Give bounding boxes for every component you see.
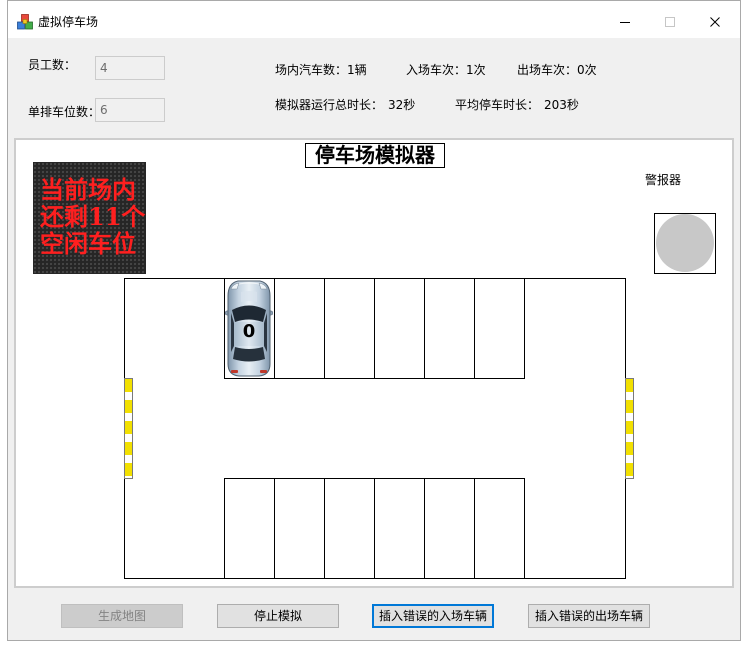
parking-space-outline <box>474 478 525 579</box>
car-number-label: 0 <box>243 321 256 342</box>
entries-value: 1次 <box>466 63 486 77</box>
parking-space-bottom-6 <box>474 478 525 579</box>
minimize-button[interactable] <box>600 1 646 31</box>
maximize-button[interactable] <box>646 1 692 31</box>
cars-in-lot-stat: 场内汽车数：1辆 <box>275 63 367 77</box>
entries-stat: 入场车次：1次 <box>406 63 486 77</box>
parking-space-top-2 <box>274 278 325 379</box>
employees-value: 4 <box>100 61 108 75</box>
row-spaces-label: 单排车位数： <box>28 105 101 119</box>
parking-lot-map: 0 <box>124 278 626 579</box>
led-line-3: 空闲车位 <box>40 229 136 258</box>
parking-space-outline <box>374 278 425 379</box>
app-window: 虚拟停车场 员工数： 4 单排车位数： 6 场内汽车数：1辆 入场车次：1次 出… <box>0 0 748 648</box>
insert-wrong-entry-car-button[interactable]: 插入错误的入场车辆 <box>372 604 494 628</box>
led-free-spaces-display: 当前场内 还剩11个 空闲车位 <box>33 162 146 274</box>
parking-space-outline <box>324 478 375 579</box>
parking-space-top-4 <box>374 278 425 379</box>
parking-space-outline <box>424 278 475 379</box>
parking-space-outline <box>424 478 475 579</box>
parking-space-outline <box>374 478 425 579</box>
cars-in-lot-label: 场内汽车数： <box>275 63 348 77</box>
avg-parking-label: 平均停车时长： <box>455 98 540 112</box>
exits-stat: 出场车次：0次 <box>517 63 597 77</box>
insert-wrong-exit-car-button[interactable]: 插入错误的出场车辆 <box>528 604 650 628</box>
runtime-label: 模拟器运行总时长： <box>275 98 384 112</box>
close-button[interactable] <box>692 1 738 31</box>
parking-space-top-5 <box>424 278 475 379</box>
left-gate <box>124 378 133 479</box>
alarm-indicator <box>654 213 716 274</box>
close-icon <box>710 17 720 27</box>
alarm-light-icon <box>656 214 714 272</box>
parking-space-bottom-4 <box>374 478 425 579</box>
parking-space-bottom-1 <box>224 478 275 579</box>
parking-space-bottom-2 <box>274 478 325 579</box>
entries-label: 入场车次： <box>406 63 467 77</box>
employees-label: 员工数： <box>28 58 77 72</box>
runtime-stat: 模拟器运行总时长： 32秒 <box>275 98 415 112</box>
parking-space-outline <box>274 278 325 379</box>
employees-input[interactable]: 4 <box>95 56 165 80</box>
simulator-title: 停车场模拟器 <box>305 143 445 168</box>
avg-parking-stat: 平均停车时长： 203秒 <box>455 98 579 112</box>
window-title: 虚拟停车场 <box>38 15 99 29</box>
parking-space-top-1: 0 <box>224 278 275 379</box>
parking-spaces: 0 <box>224 278 525 579</box>
title-bar[interactable]: 虚拟停车场 <box>8 1 740 38</box>
row-spaces-input[interactable]: 6 <box>95 98 165 122</box>
parking-space-outline <box>224 478 275 579</box>
parked-car: 0 <box>225 280 273 377</box>
led-line-2: 还剩11个 <box>40 202 146 231</box>
parking-space-outline <box>474 278 525 379</box>
cars-in-lot-value: 1辆 <box>347 63 367 77</box>
runtime-value: 32秒 <box>388 98 416 112</box>
parking-space-bottom-5 <box>424 478 475 579</box>
parking-space-top-3 <box>324 278 375 379</box>
parking-space-outline <box>274 478 325 579</box>
parking-space-bottom-3 <box>324 478 375 579</box>
right-gate <box>625 378 634 479</box>
stop-simulation-button[interactable]: 停止模拟 <box>217 604 339 628</box>
row-spaces-value: 6 <box>100 103 108 117</box>
led-line-1: 当前场内 <box>40 175 136 204</box>
alarm-label: 警报器 <box>645 173 682 187</box>
parking-space-outline <box>324 278 375 379</box>
exits-value: 0次 <box>577 63 597 77</box>
app-cubes-icon <box>17 14 33 30</box>
avg-parking-value: 203秒 <box>544 98 579 112</box>
minimize-icon <box>620 22 630 23</box>
simulator-panel: 停车场模拟器 当前场内 还剩11个 空闲车位 警报器 0 <box>14 138 734 588</box>
generate-map-button[interactable]: 生成地图 <box>61 604 183 628</box>
parking-space-top-6 <box>474 278 525 379</box>
exits-label: 出场车次： <box>517 63 578 77</box>
maximize-icon <box>665 17 675 27</box>
